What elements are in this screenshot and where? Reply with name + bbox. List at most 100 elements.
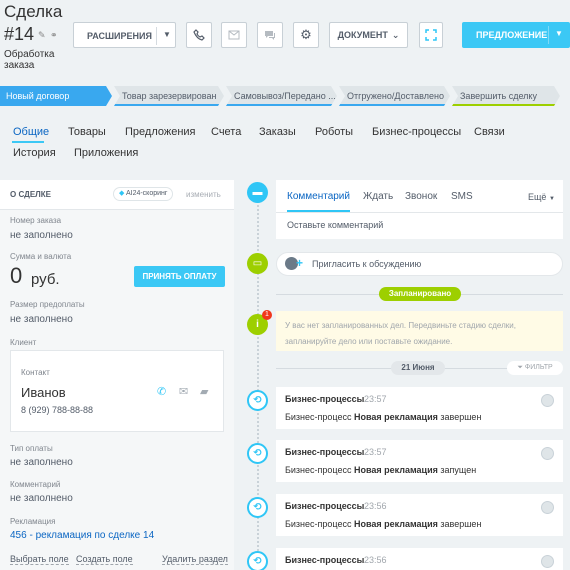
document-label: ДОКУМЕНТ	[337, 30, 388, 40]
chat-button[interactable]	[257, 22, 283, 48]
chevron-down-icon[interactable]: ▼	[555, 29, 563, 38]
select-field-link[interactable]: Выбрать поле	[10, 554, 69, 565]
comment-label: Комментарий	[10, 480, 61, 489]
select-frame-icon	[425, 29, 437, 41]
item-description: Бизнес-процесс Новая рекламация завершен	[285, 519, 481, 529]
settings-button[interactable]: ⚙	[293, 22, 319, 48]
tab-invoices[interactable]: Счета	[211, 126, 241, 138]
stage-shipped[interactable]: Отгружено/Доставлено	[339, 86, 450, 106]
comment-composer: Комментарий Ждать Звонок SMS Ещё ▼ Остав…	[276, 180, 563, 239]
item-status: завершен	[440, 412, 482, 422]
gear-icon: ⚙	[300, 27, 312, 42]
comment-input[interactable]: Оставьте комментарий	[287, 220, 383, 230]
pencil-icon[interactable]: ✎	[38, 30, 46, 41]
item-time: 23:57	[364, 447, 387, 457]
contact-phone[interactable]: 8 (929) 788-88-88	[21, 405, 93, 415]
monitor-icon: ▭	[247, 253, 268, 274]
item-time: 23:57	[364, 394, 387, 404]
phone-icon[interactable]: ✆	[157, 385, 166, 398]
avatar[interactable]	[541, 555, 554, 568]
more-label: Ещё	[528, 192, 547, 202]
timeline-item[interactable]: Бизнес-процессы 23:57 Бизнес-процесс Нов…	[276, 440, 563, 482]
item-time: 23:56	[364, 555, 387, 565]
phone-button[interactable]	[186, 22, 212, 48]
offer-label: ПРЕДЛОЖЕНИЕ	[476, 30, 548, 40]
stage-label: Новый договор	[6, 91, 70, 101]
item-process-name: Новая рекламация	[354, 519, 438, 529]
item-prefix: Бизнес-процесс	[285, 465, 352, 475]
prepay-value[interactable]: не заполнено	[10, 314, 73, 325]
email-button[interactable]	[221, 22, 247, 48]
ai-scoring-badge[interactable]: ◆ AI24-скоринг	[113, 187, 174, 201]
tab-offers[interactable]: Предложения	[125, 126, 196, 138]
delete-section-link[interactable]: Удалить раздел	[162, 554, 228, 565]
chevron-down-icon[interactable]: ▼	[163, 30, 171, 39]
extensions-label: РАСШИРЕНИЯ	[87, 31, 152, 41]
select-button[interactable]	[419, 22, 443, 48]
stage-bar: Новый договор Товар зарезервирован Самов…	[0, 86, 570, 106]
tab-robots[interactable]: Роботы	[315, 126, 353, 138]
item-process-name: Новая рекламация	[354, 412, 438, 422]
stage-finish[interactable]: Завершить сделку	[452, 86, 560, 106]
offer-button[interactable]: ПРЕДЛОЖЕНИЕ ▼	[462, 22, 570, 48]
active-tab-indicator	[12, 141, 44, 143]
stage-label: Самовывоз/Передано ...	[234, 91, 336, 101]
tab-products[interactable]: Товары	[68, 126, 106, 138]
no-activities-notice: У вас нет запланированных дел. Передвинь…	[276, 311, 563, 351]
item-prefix: Бизнес-процесс	[285, 519, 352, 529]
stage-reserved[interactable]: Товар зарезервирован	[114, 86, 224, 106]
timeline-item[interactable]: Бизнес-процессы 23:56 Бизнес-процесс Нов…	[276, 494, 563, 536]
composer-tab-call[interactable]: Звонок	[405, 191, 437, 202]
tab-orders[interactable]: Заказы	[259, 126, 296, 138]
item-time: 23:56	[364, 501, 387, 511]
tab-history[interactable]: История	[13, 147, 56, 159]
business-process-icon: ⟲	[247, 497, 268, 518]
extensions-button[interactable]: РАСШИРЕНИЯ ▼	[73, 22, 176, 48]
create-field-link[interactable]: Создать поле	[76, 554, 133, 565]
order-number-value[interactable]: не заполнено	[10, 230, 73, 241]
payment-type-label: Тип оплаты	[10, 444, 53, 453]
invite-to-discussion[interactable]: + Пригласить к обсуждению	[276, 252, 563, 276]
stage-pickup[interactable]: Самовывоз/Передано ...	[226, 86, 337, 106]
amount-label: Сумма и валюта	[10, 252, 72, 261]
stage-label: Отгружено/Доставлено	[347, 91, 444, 101]
filter-button[interactable]: ⏷ ФИЛЬТР	[507, 361, 563, 375]
header: Сделка #14 ✎ ⚭ Обработка заказа РАСШИРЕН…	[0, 0, 570, 80]
timeline-item[interactable]: Бизнес-процессы 23:57 Бизнес-процесс Нов…	[276, 387, 563, 429]
avatar[interactable]	[541, 447, 554, 460]
tab-general[interactable]: Общие	[13, 126, 49, 138]
accept-payment-button[interactable]: ПРИНЯТЬ ОПЛАТУ	[134, 266, 225, 287]
avatar[interactable]	[541, 394, 554, 407]
link-icon[interactable]: ⚭	[50, 30, 58, 41]
ai-scoring-label: AI24-скоринг	[125, 190, 168, 197]
composer-tab-sms[interactable]: SMS	[451, 191, 473, 202]
edit-link[interactable]: изменить	[186, 190, 221, 199]
document-button[interactable]: ДОКУМЕНТ ⌄	[329, 22, 408, 48]
tab-business-processes[interactable]: Бизнес-процессы	[372, 126, 461, 138]
claim-link[interactable]: 456 - рекламация по сделке 14	[10, 530, 154, 541]
stage-new-contract[interactable]: Новый договор	[0, 86, 112, 106]
filter-label: ФИЛЬТР	[524, 364, 553, 371]
composer-more[interactable]: Ещё ▼	[528, 192, 555, 202]
chat-icon[interactable]: ▰	[200, 385, 208, 398]
composer-tab-comment[interactable]: Комментарий	[287, 191, 350, 202]
envelope-icon	[228, 30, 240, 40]
item-process-name: Новая рекламация	[354, 465, 438, 475]
claim-label: Рекламация	[10, 517, 56, 526]
envelope-icon[interactable]: ✉	[179, 385, 188, 398]
amount-value[interactable]: 0	[10, 263, 22, 289]
client-label: Клиент	[10, 338, 37, 347]
notice-text: У вас нет запланированных дел. Передвинь…	[285, 321, 516, 346]
divider	[276, 212, 563, 213]
comment-value[interactable]: не заполнено	[10, 493, 73, 504]
avatar[interactable]	[541, 501, 554, 514]
contact-name[interactable]: Иванов	[21, 385, 66, 400]
tab-links[interactable]: Связи	[474, 126, 505, 138]
item-description: Бизнес-процесс Новая рекламация запущен	[285, 465, 476, 475]
timeline-item[interactable]: Бизнес-процессы 23:56	[276, 548, 563, 570]
contact-card: Контакт Иванов 8 (929) 788-88-88 ✆ ✉ ▰	[10, 350, 224, 432]
payment-type-value[interactable]: не заполнено	[10, 457, 73, 468]
composer-tab-wait[interactable]: Ждать	[363, 191, 393, 202]
tab-apps[interactable]: Приложения	[74, 147, 138, 159]
business-process-icon: ⟲	[247, 443, 268, 464]
